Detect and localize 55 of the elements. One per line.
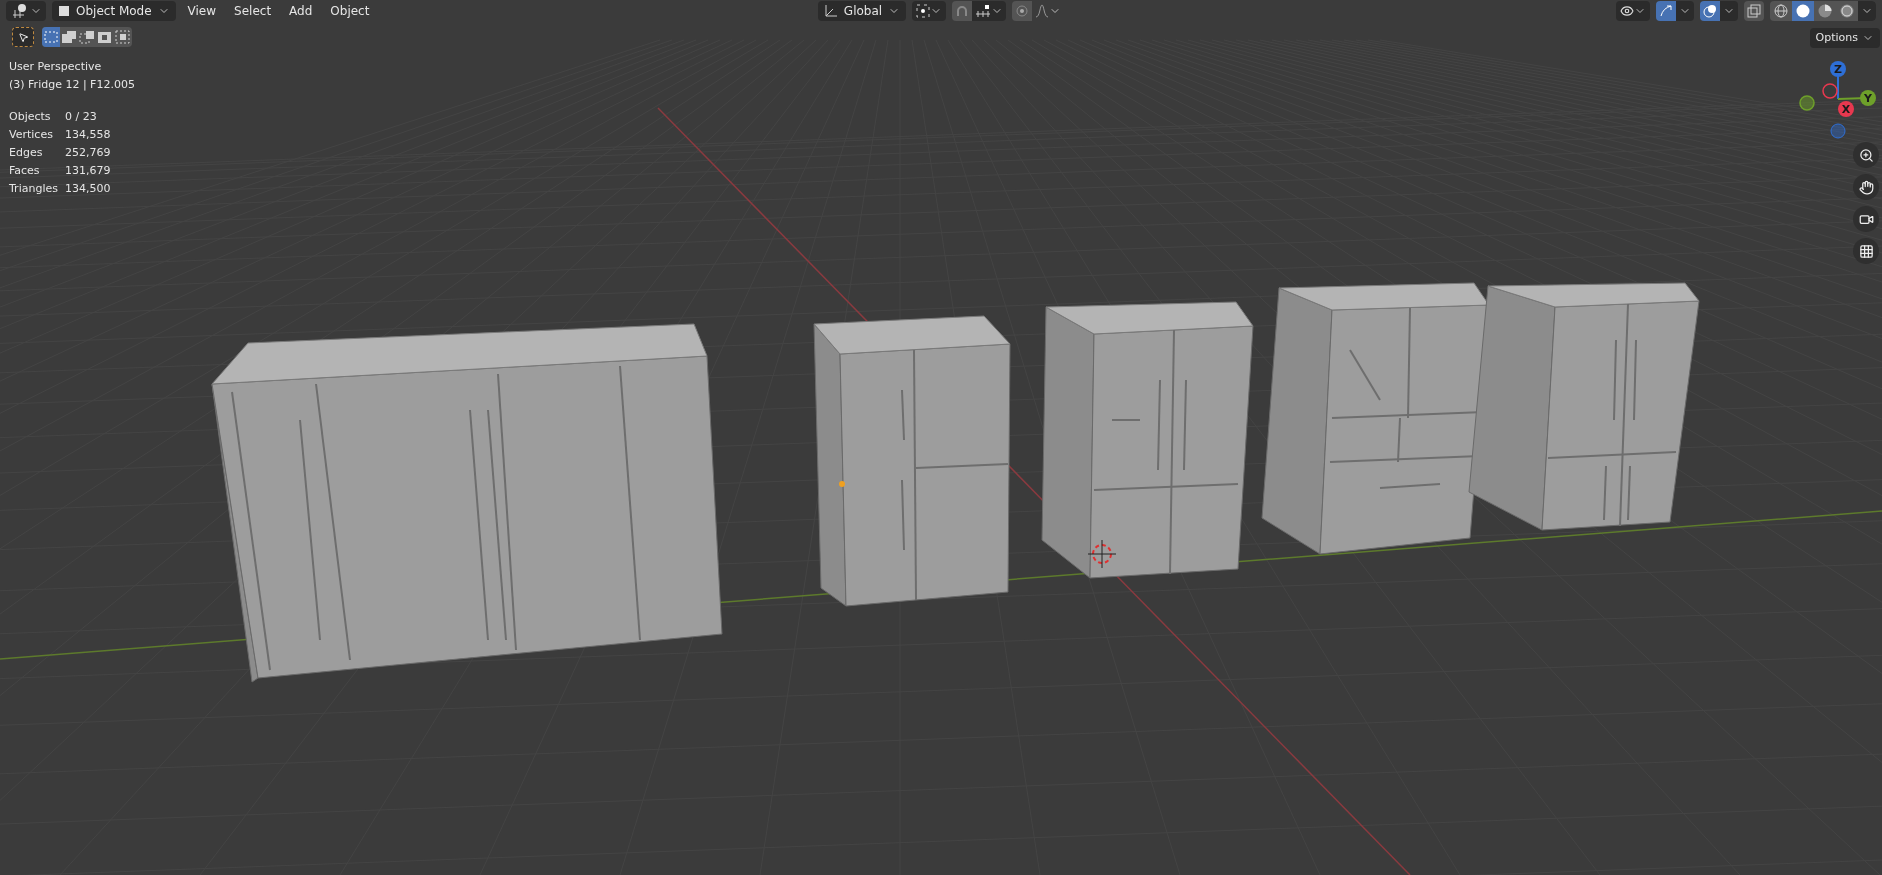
eye-icon bbox=[1620, 4, 1634, 18]
shading-dropdown[interactable] bbox=[1858, 1, 1876, 21]
stat-value: 252,769 bbox=[65, 145, 112, 161]
magnet-icon bbox=[955, 4, 970, 18]
hand-icon bbox=[1858, 179, 1874, 195]
pan-button[interactable] bbox=[1853, 174, 1879, 200]
stat-label: Objects bbox=[9, 109, 52, 125]
menu-item[interactable]: View bbox=[181, 2, 223, 20]
shading-mode-button[interactable] bbox=[1792, 1, 1814, 21]
zoom-icon bbox=[1858, 147, 1874, 163]
stat-value: 131,679 bbox=[65, 163, 112, 179]
stat-label: Faces bbox=[9, 163, 41, 179]
stat-value: 0 / 23 bbox=[65, 109, 98, 125]
3d-cursor-icon bbox=[1087, 539, 1117, 569]
grid-icon bbox=[1858, 243, 1874, 259]
origin-dot-icon bbox=[839, 481, 845, 487]
options-dropdown[interactable]: Options bbox=[1809, 28, 1880, 48]
ortho-toggle-button[interactable] bbox=[1853, 238, 1879, 264]
stat-label: Edges bbox=[9, 145, 44, 161]
menu-item[interactable]: Add bbox=[283, 2, 319, 20]
proportional-icon bbox=[1015, 4, 1030, 18]
orientation-dropdown[interactable]: Global bbox=[817, 1, 907, 21]
overlays-icon bbox=[1703, 4, 1717, 18]
select-mode-button[interactable] bbox=[42, 27, 60, 47]
overlays-toggle[interactable] bbox=[1700, 1, 1720, 21]
select-tool-button[interactable] bbox=[12, 27, 34, 47]
object-mode-icon bbox=[58, 5, 70, 17]
proportional-edit-toggle[interactable] bbox=[1012, 1, 1033, 21]
select-mode-button[interactable] bbox=[114, 27, 132, 47]
snap-increment-icon bbox=[975, 4, 992, 18]
falloff-curve-icon bbox=[1035, 4, 1050, 18]
zoom-button[interactable] bbox=[1853, 142, 1879, 168]
view-name: User Perspective bbox=[9, 59, 103, 75]
snap-toggle[interactable] bbox=[952, 1, 973, 21]
navigation-gizmo[interactable]: Z Y X bbox=[1796, 58, 1880, 142]
menu-item[interactable]: Select bbox=[228, 2, 278, 20]
stat-label: Triangles bbox=[9, 181, 59, 197]
snap-target-dropdown[interactable] bbox=[972, 1, 1007, 21]
visibility-dropdown[interactable] bbox=[1616, 1, 1650, 21]
xray-toggle[interactable] bbox=[1744, 1, 1764, 21]
gizmo-arrow-icon bbox=[1659, 4, 1673, 18]
stat-value: 134,558 bbox=[65, 127, 112, 143]
editor-type-button[interactable] bbox=[6, 1, 46, 21]
pivot-icon bbox=[916, 4, 931, 18]
active-object-info: (3) Fridge 12 | F12.005 bbox=[9, 77, 135, 93]
pivot-dropdown[interactable] bbox=[912, 1, 947, 21]
stat-label: Vertices bbox=[9, 127, 54, 143]
gizmo-toggle[interactable] bbox=[1656, 1, 1676, 21]
pointer-icon bbox=[17, 31, 29, 43]
xray-icon bbox=[1747, 4, 1761, 18]
stat-value: 134,500 bbox=[65, 181, 112, 197]
menu-item[interactable]: Object bbox=[324, 2, 376, 20]
mode-dropdown[interactable]: Object Mode bbox=[52, 1, 176, 21]
camera-view-button[interactable] bbox=[1853, 206, 1879, 232]
axes-icon bbox=[823, 4, 838, 18]
